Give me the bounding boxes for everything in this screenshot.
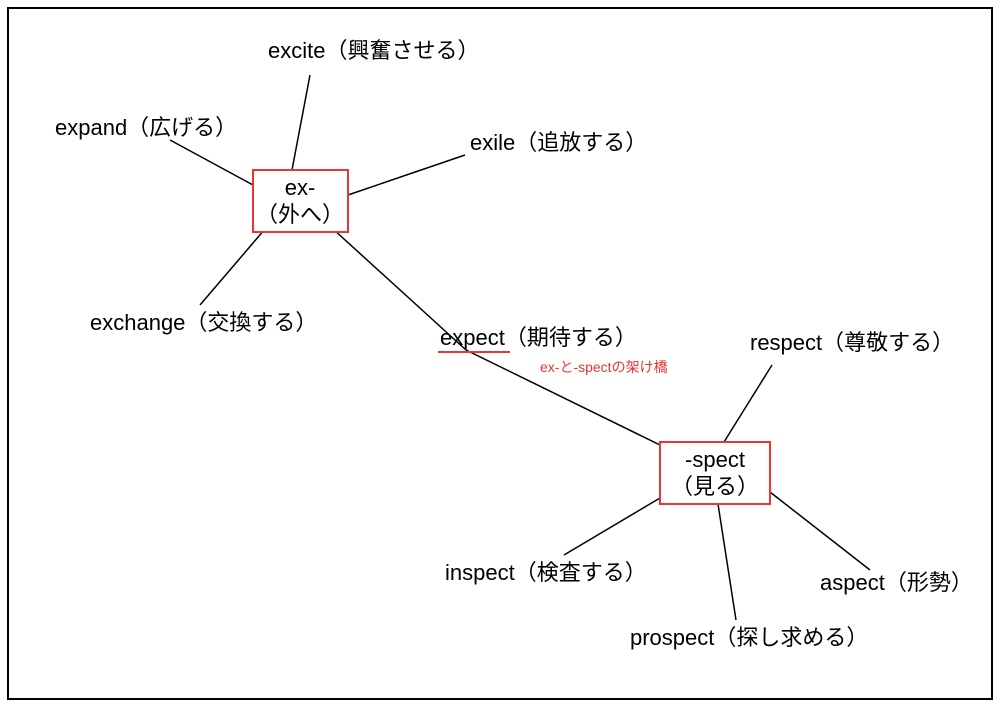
root-ex-l1: ex- (285, 175, 316, 200)
edge-spect-aspect (770, 492, 870, 570)
leaf-aspect: aspect（形勢） (820, 570, 973, 595)
root-spect-l2: （見る） (671, 474, 759, 499)
edge-ex-excite (292, 75, 310, 170)
root-spect-l1: -spect (685, 447, 745, 472)
root-spect: -spect （見る） (660, 442, 770, 504)
root-ex: ex- （外へ） (253, 170, 348, 232)
leaf-exchange: exchange（交換する） (90, 310, 317, 335)
bridge-expect: expect（期待する） ex-と-spectの架け橋 (438, 325, 668, 375)
edge-ex-exchange (200, 229, 265, 305)
bridge-word: expect（期待する） (440, 325, 637, 350)
edge-spect-inspect (564, 498, 660, 555)
leaf-expand: expand（広げる） (55, 115, 237, 140)
diagram-svg: ex- （外へ） -spect （見る） expect（期待する） ex-と-s… (0, 0, 1000, 707)
leaf-prospect: prospect（探し求める） (630, 625, 868, 650)
edge-spect-prospect (718, 504, 736, 620)
diagram-stage: ex- （外へ） -spect （見る） expect（期待する） ex-と-s… (0, 0, 1000, 707)
leaf-excite: excite（興奮させる） (268, 38, 479, 63)
leaf-exile: exile（追放する） (470, 130, 647, 155)
root-ex-l2: （外へ） (256, 202, 344, 227)
leaf-inspect: inspect（検査する） (445, 560, 647, 585)
edge-ex-exile (348, 155, 465, 195)
edge-spect-respect (724, 365, 772, 442)
bridge-note: ex-と-spectの架け橋 (540, 359, 668, 375)
leaf-respect: respect（尊敬する） (750, 330, 954, 355)
edge-ex-expand (170, 140, 253, 185)
